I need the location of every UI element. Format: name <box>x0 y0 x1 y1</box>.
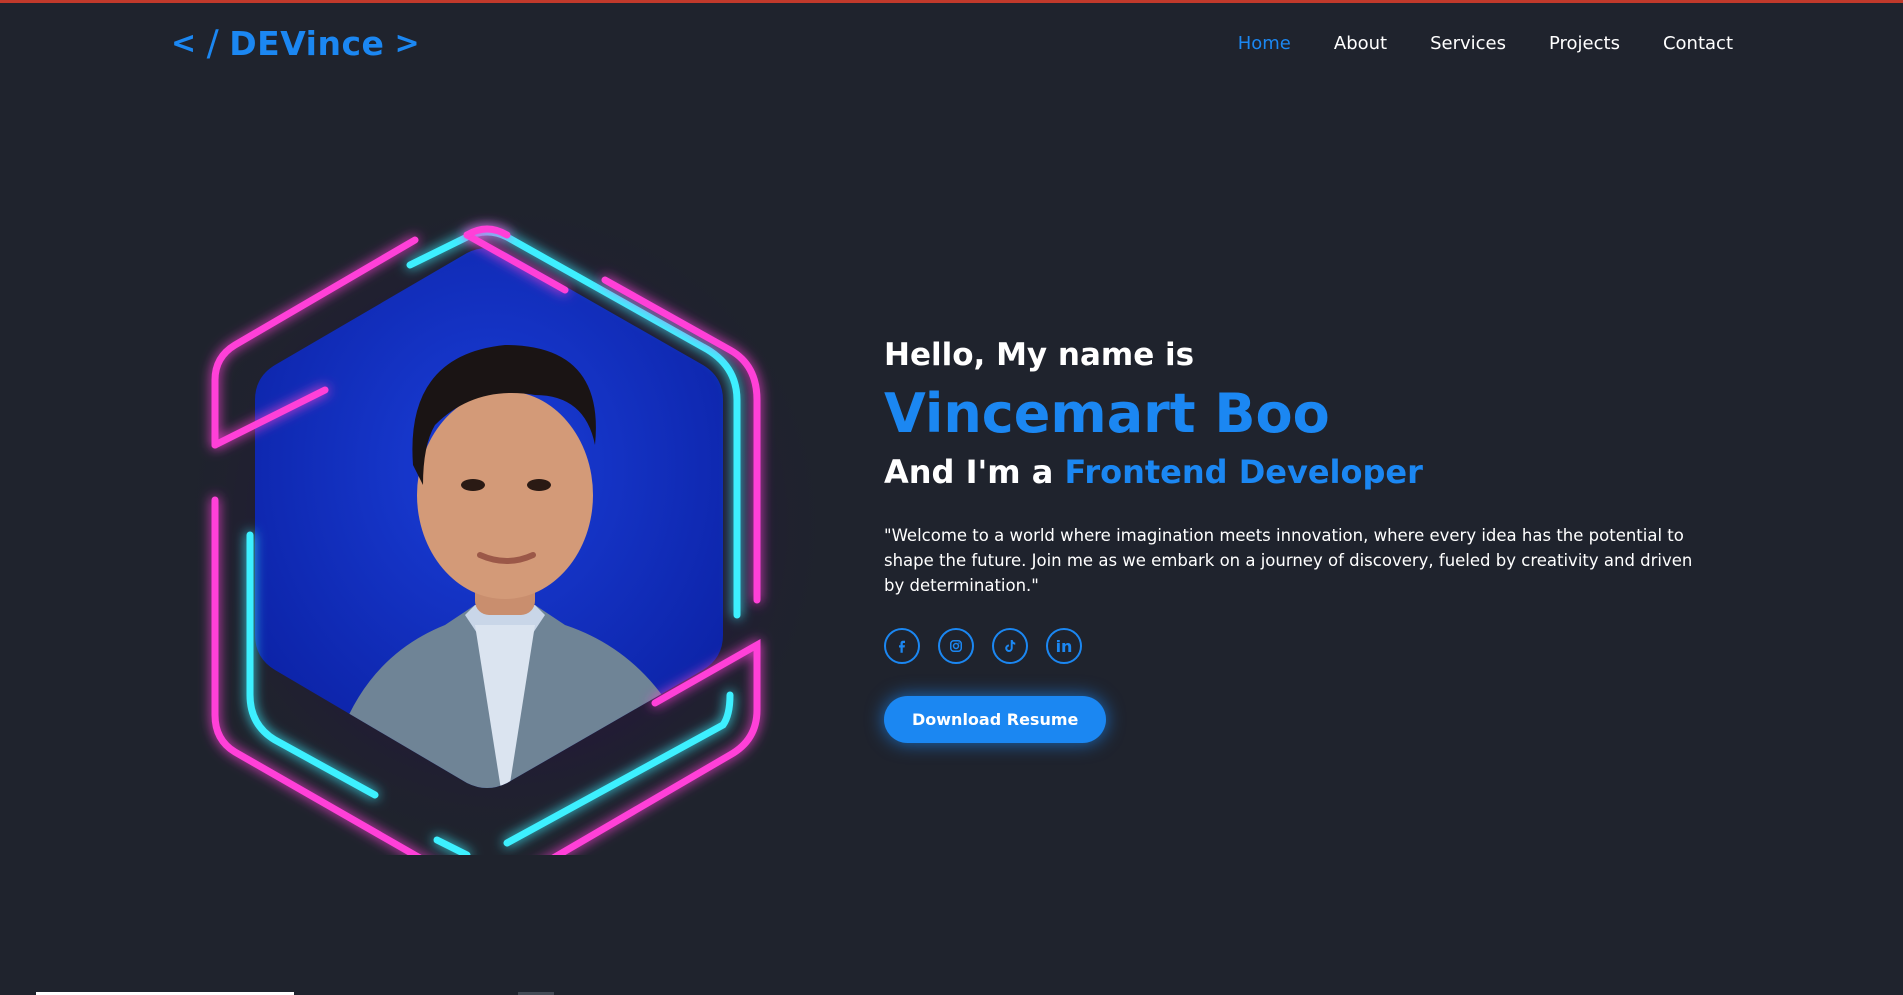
nav-services[interactable]: Services <box>1430 33 1506 54</box>
site-header: < / DEVince > Home About Services Projec… <box>0 3 1903 85</box>
facebook-link[interactable] <box>884 628 920 664</box>
instagram-link[interactable] <box>938 628 974 664</box>
linkedin-icon: in <box>1055 636 1073 656</box>
logo-text: DEVince <box>229 24 385 63</box>
hero-bio: "Welcome to a world where imagination me… <box>884 526 1693 595</box>
instagram-icon <box>950 640 962 652</box>
download-resume-button[interactable]: Download Resume <box>884 696 1107 743</box>
hero-greeting: Hello, My name is <box>884 337 1195 373</box>
profile-image <box>175 195 840 855</box>
hero-section: Hello, My name is Vincemart Boo And I'm … <box>884 335 1724 743</box>
tiktok-link[interactable] <box>992 628 1028 664</box>
neon-hexagon-portrait <box>175 195 835 855</box>
main-nav: Home About Services Projects Contact <box>1238 33 1733 54</box>
nav-projects[interactable]: Projects <box>1549 33 1620 54</box>
social-links: in <box>884 628 1724 664</box>
hero-role: Frontend Developer <box>1064 453 1423 491</box>
hero-name: Vincemart Boo <box>884 382 1330 445</box>
tiktok-icon <box>1005 640 1016 652</box>
logo-close-bracket: > <box>394 26 421 61</box>
hero-role-line: And I'm a Frontend Developer <box>884 447 1724 497</box>
facebook-icon <box>899 640 905 653</box>
logo-open-bracket: < <box>171 26 197 61</box>
linkedin-link[interactable]: in <box>1046 628 1082 664</box>
nav-contact[interactable]: Contact <box>1663 33 1733 54</box>
logo-slash: / <box>206 23 220 64</box>
hero-role-prefix: And I'm a <box>884 453 1054 491</box>
nav-about[interactable]: About <box>1334 33 1387 54</box>
site-logo[interactable]: < / DEVince > <box>171 23 420 64</box>
nav-home[interactable]: Home <box>1238 33 1291 54</box>
